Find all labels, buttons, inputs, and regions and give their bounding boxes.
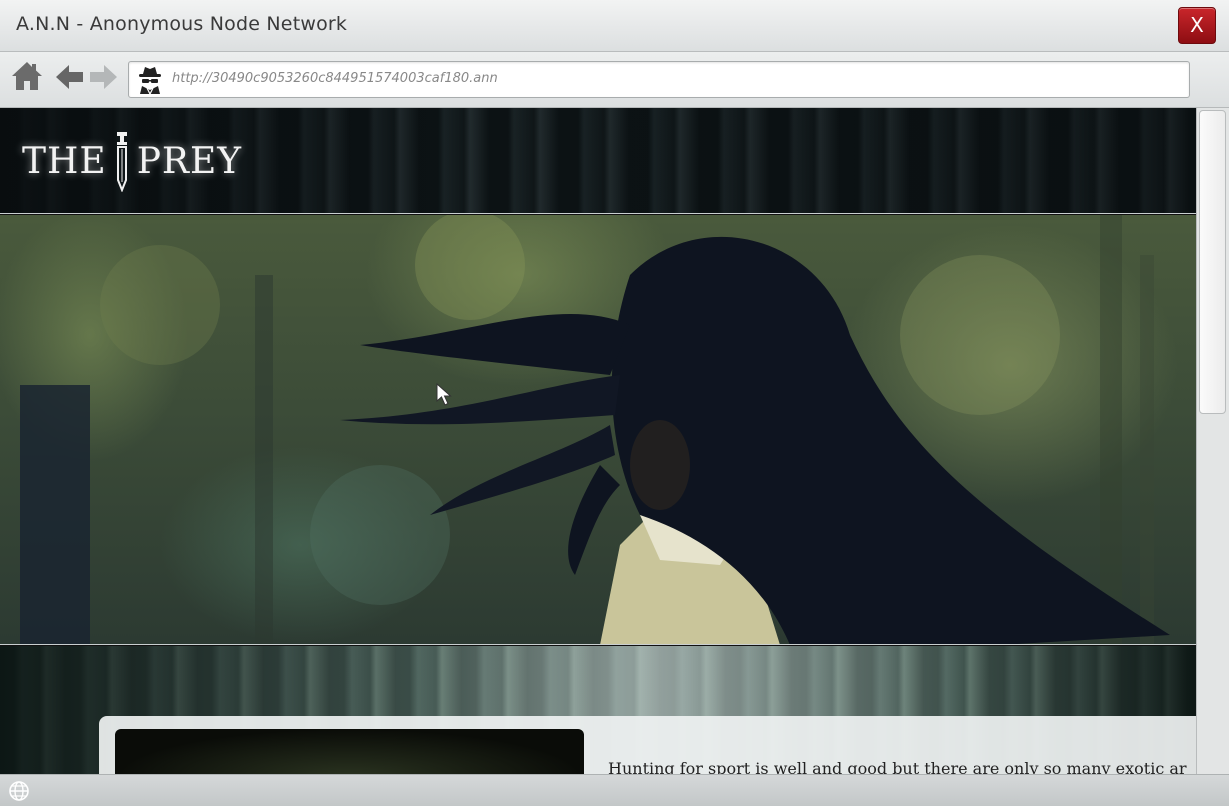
dagger-icon — [116, 132, 127, 192]
window-title: A.N.N - Anonymous Node Network — [16, 13, 348, 35]
scrollbar-thumb[interactable] — [1199, 110, 1226, 414]
intro-paragraph: Hunting for sport is well and good but t… — [608, 759, 1187, 774]
status-bar — [0, 774, 1229, 806]
hero-illustration — [20, 215, 1170, 644]
site-logo[interactable]: THE PREY — [22, 130, 242, 192]
logo-text-the: THE — [22, 140, 107, 182]
forward-arrow-icon[interactable] — [89, 64, 117, 90]
spy-icon — [139, 67, 161, 94]
address-bar[interactable]: http://30490c9053260c844951574003caf180.… — [128, 61, 1190, 98]
logo-text-prey: PREY — [136, 140, 243, 182]
web-viewport: THE PREY Hunting for sport is well and g… — [0, 108, 1196, 774]
site-header: THE PREY — [0, 108, 1196, 214]
url-text[interactable]: http://30490c9053260c844951574003caf180.… — [172, 71, 1172, 86]
globe-icon — [9, 781, 29, 801]
back-arrow-icon[interactable] — [56, 64, 84, 90]
close-button[interactable]: X — [1178, 7, 1216, 44]
content-panel: Hunting for sport is well and good but t… — [99, 716, 1196, 774]
home-icon[interactable] — [11, 60, 43, 92]
hero-image — [0, 215, 1196, 645]
vertical-scrollbar[interactable] — [1196, 108, 1229, 774]
window-titlebar: A.N.N - Anonymous Node Network X — [0, 0, 1229, 52]
content-thumbnail — [115, 729, 584, 774]
mouse-cursor-icon — [436, 383, 452, 406]
browser-toolbar: http://30490c9053260c844951574003caf180.… — [0, 52, 1229, 108]
